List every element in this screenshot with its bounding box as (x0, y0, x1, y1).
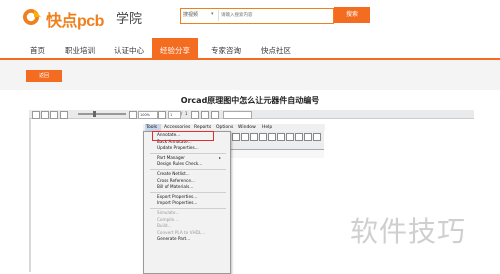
menu-accessories[interactable]: Accessories (164, 124, 190, 131)
toolbar-btn-7[interactable] (286, 133, 294, 141)
menu-item[interactable]: Import Properties... (157, 200, 197, 205)
zoom-out-icon[interactable] (60, 111, 68, 119)
toolbar-btn-4[interactable] (259, 133, 267, 141)
zoom-slider-handle[interactable] (93, 111, 96, 117)
search-divider (218, 10, 219, 21)
menu-item[interactable]: Design Rules Check... (157, 161, 202, 166)
fit-page-icon[interactable] (41, 111, 49, 119)
menu-item[interactable]: Update Properties... (157, 145, 199, 150)
nav-item-training[interactable]: 职业培训 (65, 45, 95, 56)
menu-separator (150, 152, 226, 154)
menu-item[interactable]: Simulate... (157, 210, 180, 215)
logo-text[interactable]: 快点pcb (46, 7, 104, 31)
menu-help[interactable]: Help (262, 124, 272, 131)
next-page-icon[interactable] (191, 111, 199, 119)
toolbar-btn-10[interactable] (313, 133, 321, 141)
sidebar-toggle-icon[interactable] (32, 111, 40, 119)
app-ruler (229, 150, 324, 158)
prev-page-icon[interactable] (158, 111, 166, 119)
toolbar-btn-6[interactable] (277, 133, 285, 141)
menu-separator (150, 208, 226, 209)
nav-item-expert[interactable]: 专家咨询 (211, 45, 241, 56)
menu-reports[interactable]: Reports (194, 124, 211, 131)
toolbar-btn-2[interactable] (241, 133, 249, 141)
search-button[interactable]: 搜索 (334, 7, 370, 23)
menu-item[interactable]: Part Manager (157, 155, 185, 160)
zoom-in-icon[interactable] (129, 111, 137, 119)
fit-width-icon[interactable] (50, 111, 58, 119)
toolbar-btn-5[interactable] (268, 133, 276, 141)
page-total: 1 (185, 111, 188, 116)
schematic-canvas[interactable] (229, 158, 324, 272)
zoom-slider-track[interactable] (78, 113, 126, 115)
chevron-down-icon[interactable]: ▾ (211, 11, 214, 17)
menu-tools[interactable]: Tools (146, 124, 157, 131)
menu-options[interactable]: Options (216, 124, 233, 131)
nav-item-experience[interactable]: 经验分享 (152, 45, 198, 56)
back-button[interactable]: 返回 (26, 70, 62, 82)
menu-window[interactable]: Window (238, 124, 256, 131)
article-title: Orcad原理图中怎么让元器件自动编号 (180, 96, 320, 105)
search-input[interactable] (221, 9, 329, 21)
nav-item-home[interactable]: 首页 (30, 45, 45, 56)
menu-separator (150, 191, 226, 193)
menu-item[interactable]: Convert PLA to VHDL... (157, 230, 205, 235)
menu-item[interactable]: Bill of Materials... (157, 184, 193, 189)
page-number-field[interactable]: 1 (168, 111, 181, 119)
menu-item[interactable]: Compile... (157, 217, 178, 222)
menu-separator (150, 169, 226, 170)
nav-item-certification[interactable]: 认证中心 (114, 45, 144, 56)
watermark: 软件技巧 (350, 215, 467, 248)
screenshot-edge (29, 119, 31, 272)
toolbar-btn-8[interactable] (295, 133, 303, 141)
toolbar-btn-1[interactable] (232, 133, 240, 141)
submenu-arrow-icon: ▸ (219, 154, 222, 160)
menu-item[interactable]: Generate Part... (157, 236, 190, 241)
logo-icon[interactable] (22, 8, 42, 26)
toolbar-btn-3[interactable] (250, 133, 258, 141)
menu-item[interactable]: Export Properties... (157, 194, 197, 199)
print-icon[interactable] (211, 111, 219, 119)
search-field[interactable] (223, 111, 252, 119)
logo-subtitle: 学院 (116, 12, 143, 27)
zoom-value-field[interactable]: 100% (138, 111, 158, 119)
sub-bar (0, 60, 500, 90)
search-type-select[interactable]: 搜视频 (183, 11, 198, 18)
menu-item[interactable]: Cross Reference... (157, 178, 195, 183)
nav-item-community[interactable]: 快点社区 (261, 45, 291, 56)
menu-item[interactable]: Build... (157, 223, 172, 228)
annotate-highlight-box (152, 131, 214, 141)
menu-item[interactable]: Create Netlist... (157, 171, 190, 176)
page-separator: / (181, 111, 183, 116)
toolbar-btn-9[interactable] (304, 133, 312, 141)
rotate-icon[interactable] (201, 111, 209, 119)
